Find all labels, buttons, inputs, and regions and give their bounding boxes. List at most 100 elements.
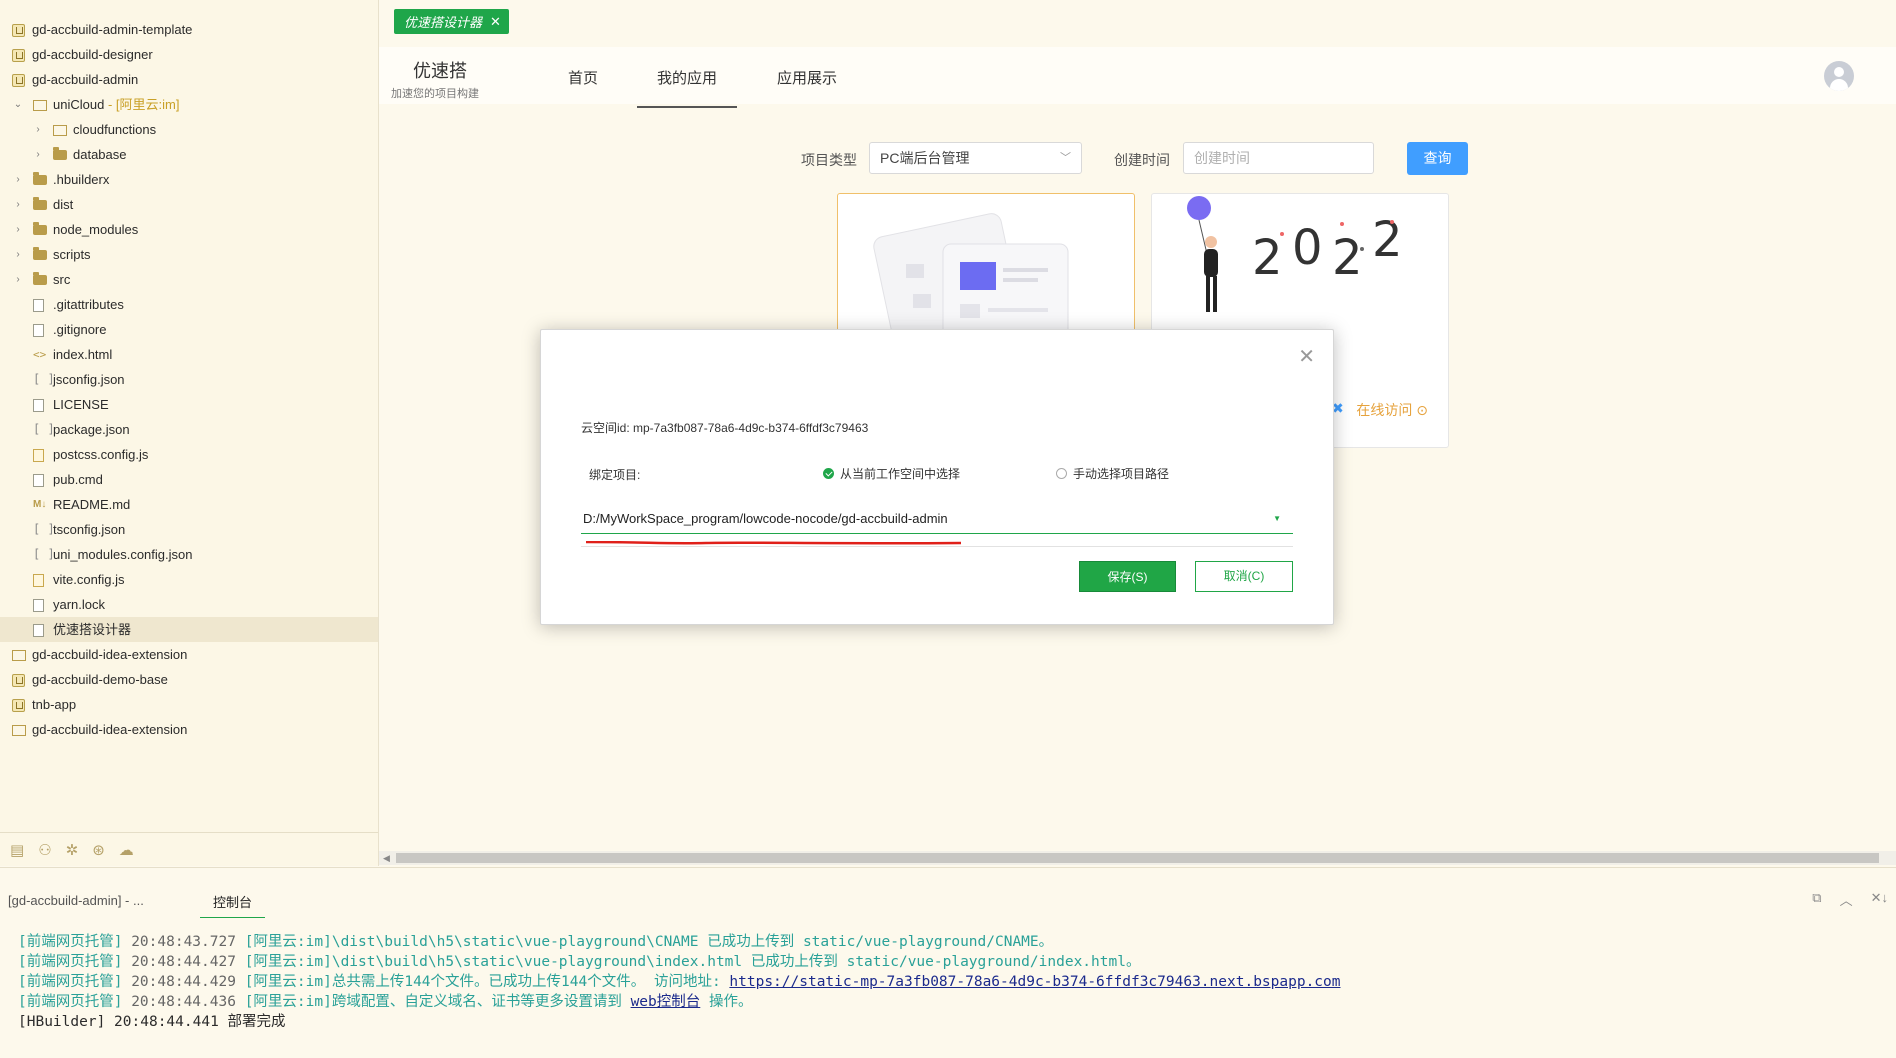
clear-icon[interactable]: ✕↓ <box>1871 890 1888 909</box>
tree-item[interactable]: gd-accbuild-admin-template <box>0 17 378 42</box>
tree-item[interactable]: .gitattributes <box>0 292 378 317</box>
project-icon <box>12 24 25 37</box>
json-icon: [ ] <box>33 522 55 536</box>
project-type-label: 项目类型 <box>801 152 857 168</box>
chevron-right-icon[interactable]: › <box>13 267 23 292</box>
close-icon[interactable]: ✕ <box>1298 344 1315 369</box>
tree-item[interactable]: <> index.html <box>0 342 378 367</box>
tree-item[interactable]: vite.config.js <box>0 567 378 592</box>
console-link[interactable]: web控制台 <box>631 994 701 1010</box>
nav-home[interactable]: 首页 <box>568 67 598 88</box>
tree-item[interactable]: › src <box>0 267 378 292</box>
console-tab-console[interactable]: 控制台 <box>200 887 266 918</box>
debug-icon[interactable]: ✲ <box>66 841 79 859</box>
tree-item[interactable]: [ ] package.json <box>0 417 378 442</box>
close-icon[interactable]: ✕ <box>490 14 501 30</box>
tree-item[interactable]: ⌄ gd-accbuild-admin <box>0 67 378 92</box>
online-visit-link[interactable]: 在线访问 ⊙ <box>1356 400 1428 420</box>
radio-workspace[interactable]: 从当前工作空间中选择 <box>823 465 960 482</box>
search-icon[interactable]: ⊛ <box>92 841 105 859</box>
preview-tab-label: 优速搭设计器 <box>404 15 483 30</box>
folder-icon <box>33 272 47 285</box>
tree-item[interactable]: tnb-app <box>0 692 378 717</box>
tree-item[interactable]: › cloudfunctions <box>0 117 378 142</box>
folder-open-icon <box>33 100 47 111</box>
tree-item-label: README.md <box>53 497 131 512</box>
chevron-right-icon[interactable]: › <box>13 242 23 267</box>
svg-text:0: 0 <box>1292 220 1323 276</box>
avatar[interactable] <box>1824 61 1854 91</box>
tree-item[interactable]: › scripts <box>0 242 378 267</box>
tree-item[interactable]: [ ] tsconfig.json <box>0 517 378 542</box>
tree-item[interactable]: pub.cmd <box>0 467 378 492</box>
tree-item[interactable]: M↓ README.md <box>0 492 378 517</box>
horizontal-scrollbar[interactable]: ◀ <box>379 851 1896 865</box>
nav-my-apps[interactable]: 我的应用 <box>637 67 738 108</box>
cancel-button[interactable]: 取消(C) <box>1195 561 1293 592</box>
cloud-space-id: 云空间id: mp-7a3fb087-78a6-4d9c-b374-6ffdf3… <box>581 421 869 435</box>
explorer-icon[interactable]: ▤ <box>10 841 24 859</box>
project-icon <box>12 49 25 62</box>
tree-item[interactable]: .gitignore <box>0 317 378 342</box>
project-path-select[interactable]: D:/MyWorkSpace_program/lowcode-nocode/gd… <box>581 504 1293 534</box>
tree-item[interactable]: 优速搭设计器 <box>0 617 378 642</box>
tree-item[interactable]: › node_modules <box>0 217 378 242</box>
chevron-right-icon[interactable]: › <box>13 192 23 217</box>
console-toolbar: ⧉ ︿ ✕↓ <box>1812 890 1888 909</box>
chevron-right-icon[interactable]: › <box>13 167 23 192</box>
project-type-value: PC端后台管理 <box>880 150 970 166</box>
tree-item[interactable]: ⌄ uniCloud - [阿里云:im] <box>0 92 378 117</box>
tree-item[interactable]: gd-accbuild-idea-extension <box>0 642 378 667</box>
nav-app-showcase[interactable]: 应用展示 <box>777 67 837 88</box>
preview-tab[interactable]: 优速搭设计器 ✕ <box>394 9 509 34</box>
tree-item-label: LICENSE <box>53 397 109 412</box>
scroll-left-icon[interactable]: ◀ <box>383 851 390 865</box>
folder-icon <box>53 147 67 160</box>
chevron-right-icon[interactable]: › <box>33 117 43 142</box>
chevron-down-icon[interactable]: ⌄ <box>13 92 23 117</box>
cloud-icon[interactable]: ☁ <box>119 841 134 859</box>
chevron-down-icon: ﹀ <box>1060 152 1071 164</box>
chevron-right-icon[interactable]: › <box>33 142 43 167</box>
project-type-select[interactable]: PC端后台管理 ﹀ <box>869 142 1082 174</box>
tree-item[interactable]: gd-accbuild-designer <box>0 42 378 67</box>
chevron-up-icon[interactable]: ︿ <box>1840 890 1853 909</box>
tree-item[interactable]: › dist <box>0 192 378 217</box>
tree-item[interactable]: postcss.config.js <box>0 442 378 467</box>
console-link[interactable]: https://static-mp-7a3fb087-78a6-4d9c-b37… <box>729 974 1340 990</box>
explorer-toolbar: ▤ ⚇ ✲ ⊛ ☁ <box>0 832 378 866</box>
tree-item-label: src <box>53 272 71 287</box>
radio-manual-label: 手动选择项目路径 <box>1073 467 1170 481</box>
query-button[interactable]: 查询 <box>1407 142 1468 175</box>
console-tab-project[interactable]: [gd-accbuild-admin] - ... <box>8 893 144 908</box>
open-external-icon[interactable]: ⧉ <box>1812 890 1821 909</box>
tree-item[interactable]: LICENSE <box>0 392 378 417</box>
tree-item-label: tnb-app <box>32 697 77 712</box>
brand-title: 优速搭 <box>413 61 467 81</box>
tree-item-label: package.json <box>53 422 130 437</box>
tree-item[interactable]: [ ] jsconfig.json <box>0 367 378 392</box>
red-underline-annotation <box>586 541 961 545</box>
tree-item[interactable]: gd-accbuild-demo-base <box>0 667 378 692</box>
tree-item-label: cloudfunctions <box>73 122 157 137</box>
tree-item-label: gd-accbuild-idea-extension <box>32 647 188 662</box>
project-explorer: gd-accbuild-admin-template gd-accbuild-de… <box>0 0 379 866</box>
tree-item-label: .gitignore <box>53 322 107 337</box>
json-icon: [ ] <box>33 547 55 561</box>
save-button[interactable]: 保存(S) <box>1079 561 1176 592</box>
scrollbar-thumb[interactable] <box>396 853 1879 863</box>
chevron-right-icon[interactable]: › <box>13 217 23 242</box>
tree-item[interactable]: › .hbuilderx <box>0 167 378 192</box>
chevron-down-icon[interactable]: ⌄ <box>0 67 2 92</box>
tree-item[interactable]: [ ] uni_modules.config.json <box>0 542 378 567</box>
tree-item[interactable]: › database <box>0 142 378 167</box>
project-icon <box>12 674 25 687</box>
radio-manual-path[interactable]: 手动选择项目路径 <box>1056 465 1169 482</box>
tree-item[interactable]: gd-accbuild-idea-extension <box>0 717 378 742</box>
create-time-input[interactable]: 创建时间 <box>1183 142 1374 174</box>
console-log: [前端网页托管] 20:48:43.727 [阿里云:im]\dist\buil… <box>18 932 1341 1032</box>
tree-item[interactable]: yarn.lock <box>0 592 378 617</box>
plugin-icon[interactable]: ⚇ <box>38 841 51 859</box>
folder-open-icon <box>12 650 26 661</box>
project-icon <box>12 74 25 87</box>
